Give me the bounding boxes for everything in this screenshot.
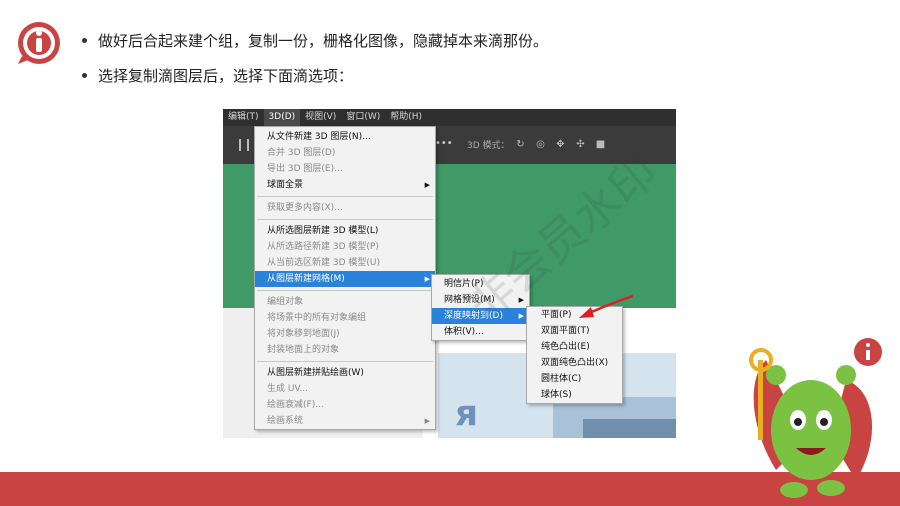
submenu-arrow-icon: ▶ <box>518 296 524 304</box>
app-menubar: 编辑(T) 3D(D) 视图(V) 窗口(W) 帮助(H) <box>223 109 676 126</box>
bullet-item: 选择复制滴图层后，选择下面滴选项： <box>82 65 548 85</box>
bullet-text: 做好后合起来建个组，复制一份，栅格化图像，隐藏掉本来滴那份。 <box>98 31 549 50</box>
menu-item-new-3d-from-file[interactable]: 从文件新建 3D 图层(N)... <box>255 129 435 145</box>
submenu-arrow-icon: ▶ <box>424 181 430 189</box>
menu-item-depth-map[interactable]: 深度映射到(D) ▶ <box>432 308 529 324</box>
menu-item-paint-system[interactable]: 绘画系统 ▶ <box>255 413 435 429</box>
3d-mode-label: 3D 模式： <box>467 141 510 151</box>
submenu-arrow-icon: ▶ <box>518 312 524 320</box>
menu-item-volume[interactable]: 体积(V)... <box>432 324 529 340</box>
roll-3d-icon[interactable]: ◎ <box>535 139 546 150</box>
menu-view[interactable]: 视图(V) <box>300 109 341 126</box>
submenu-arrow-icon: ▶ <box>424 275 430 283</box>
menu-item-tiled-painting[interactable]: 从图层新建拼贴绘画(W) <box>255 365 435 381</box>
menu-item-group-objects[interactable]: 编组对象 <box>255 294 435 310</box>
canvas-letter: я <box>455 393 479 434</box>
menu-item-generate-uv[interactable]: 生成 UV... <box>255 381 435 397</box>
menu-item-pack-on-ground[interactable]: 封装地面上的对象 <box>255 342 435 358</box>
align-tool-icon[interactable] <box>239 139 249 151</box>
menu-window[interactable]: 窗口(W) <box>341 109 385 126</box>
menu-item-get-more[interactable]: 获取更多内容(X)... <box>255 200 435 216</box>
slide-3d-icon[interactable]: ✣ <box>575 139 586 150</box>
menu-item-group-all[interactable]: 将场景中的所有对象编组 <box>255 310 435 326</box>
bullet-text: 选择复制滴图层后，选择下面滴选项： <box>98 66 354 85</box>
menu-item-solid-extrusion[interactable]: 纯色凸出(E) <box>527 339 622 355</box>
menu-edit[interactable]: 编辑(T) <box>223 109 264 126</box>
drag-3d-icon[interactable]: ✥ <box>555 139 566 150</box>
menu-item-mesh-from-layer[interactable]: 从图层新建网格(M) ▶ <box>255 271 435 287</box>
menu-item-paint-falloff[interactable]: 绘画衰减(F)... <box>255 397 435 413</box>
submenu-arrow-icon: ▶ <box>424 417 430 425</box>
menu-item-postcard[interactable]: 明信片(P) <box>432 276 529 292</box>
menu-item-sphere[interactable]: 球体(S) <box>527 387 622 403</box>
menu-item-spherical-panorama[interactable]: 球面全景 ▶ <box>255 177 435 193</box>
3d-dropdown-menu: 从文件新建 3D 图层(N)... 合并 3D 图层(D) 导出 3D 图层(E… <box>254 126 436 430</box>
menu-3d[interactable]: 3D(D) <box>263 109 301 126</box>
bullet-list: 做好后合起来建个组，复制一份，栅格化图像，隐藏掉本来滴那份。 选择复制滴图层后，… <box>82 30 548 100</box>
menu-separator <box>257 361 433 362</box>
rotate-3d-icon[interactable]: ↻ <box>515 139 526 150</box>
menu-item-label: 深度映射到(D) <box>444 311 503 321</box>
photoshop-screenshot: 编辑(T) 3D(D) 视图(V) 窗口(W) 帮助(H) ••• 3D 模式：… <box>223 109 676 438</box>
menu-item-model-from-layer[interactable]: 从所选图层新建 3D 模型(L) <box>255 223 435 239</box>
menu-separator <box>257 219 433 220</box>
bullet-dot <box>82 37 87 43</box>
menu-separator <box>257 196 433 197</box>
menu-item-merge-3d[interactable]: 合并 3D 图层(D) <box>255 145 435 161</box>
menu-item-label: 绘画系统 <box>267 416 304 426</box>
bullet-dot <box>82 72 87 78</box>
menu-help[interactable]: 帮助(H) <box>385 109 427 126</box>
more-options[interactable]: ••• <box>435 138 453 149</box>
mascot-icon <box>749 338 882 498</box>
menu-item-two-sided-plane[interactable]: 双面平面(T) <box>527 323 622 339</box>
menu-item-model-from-selection[interactable]: 从当前选区新建 3D 模型(U) <box>255 255 435 271</box>
menu-item-label: 网格预设(M) <box>444 295 495 305</box>
menu-item-label: 从图层新建网格(M) <box>267 274 345 284</box>
menu-item-cylinder[interactable]: 圆柱体(C) <box>527 371 622 387</box>
menu-item-export-3d[interactable]: 导出 3D 图层(E)... <box>255 161 435 177</box>
bullet-item: 做好后合起来建个组，复制一份，栅格化图像，隐藏掉本来滴那份。 <box>82 30 548 50</box>
logo-icon <box>18 22 60 64</box>
camera-3d-icon[interactable]: ■ <box>595 139 606 150</box>
menu-separator <box>257 290 433 291</box>
red-pointer-arrow-icon <box>579 294 634 318</box>
mesh-submenu: 明信片(P) 网格预设(M) ▶ 深度映射到(D) ▶ 体积(V)... <box>431 274 530 341</box>
menu-item-label: 球面全景 <box>267 180 304 190</box>
menu-item-mesh-preset[interactable]: 网格预设(M) ▶ <box>432 292 529 308</box>
menu-item-two-sided-solid-extrusion[interactable]: 双面纯色凸出(X) <box>527 355 622 371</box>
canvas-blue-shape <box>583 419 676 438</box>
menu-item-model-from-path[interactable]: 从所选路径新建 3D 模型(P) <box>255 239 435 255</box>
menu-item-move-to-ground[interactable]: 将对象移到地面(J) <box>255 326 435 342</box>
